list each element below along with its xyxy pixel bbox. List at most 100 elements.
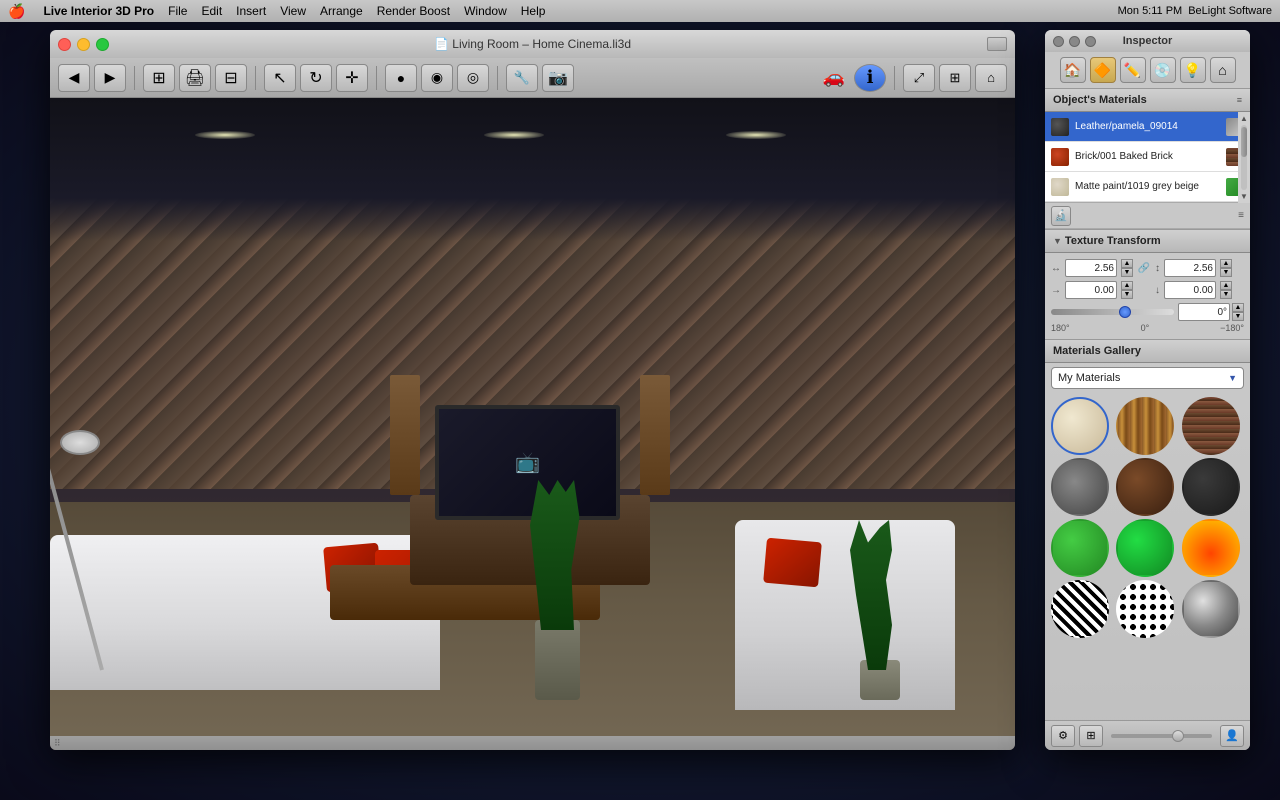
- zoom-slider[interactable]: [1111, 734, 1212, 738]
- offset-y-down[interactable]: ▼: [1220, 290, 1232, 299]
- select-btn[interactable]: ↖: [264, 64, 296, 92]
- scale-x-down[interactable]: ▼: [1121, 268, 1133, 277]
- offset-x-input[interactable]: 0.00: [1065, 281, 1117, 299]
- menu-app[interactable]: Live Interior 3D Pro: [43, 4, 154, 18]
- scale-y-stepper[interactable]: ▲ ▼: [1220, 259, 1232, 277]
- floor-plan-btn[interactable]: ⊞: [143, 64, 175, 92]
- tab-render[interactable]: 💿: [1150, 57, 1176, 83]
- menu-arrange[interactable]: Arrange: [320, 4, 363, 18]
- info-btn[interactable]: ℹ: [854, 64, 886, 92]
- material-item-brick[interactable]: Brick/001 Baked Brick: [1045, 142, 1250, 172]
- gear-btn[interactable]: ⚙: [1051, 725, 1075, 747]
- offset-x-up[interactable]: ▲: [1121, 281, 1133, 290]
- offset-y-up[interactable]: ▲: [1220, 281, 1232, 290]
- fullscreen-btn[interactable]: ⤢: [903, 64, 935, 92]
- apple-menu[interactable]: 🍎: [8, 3, 25, 20]
- offset-y-input[interactable]: 0.00: [1164, 281, 1216, 299]
- offset-x-stepper[interactable]: ▲ ▼: [1121, 281, 1133, 299]
- gallery-item-dark[interactable]: [1182, 458, 1240, 516]
- camera-sphere-btn[interactable]: ◉: [421, 64, 453, 92]
- gallery-item-brick[interactable]: [1182, 397, 1240, 455]
- gallery-item-brown[interactable]: [1116, 458, 1174, 516]
- material-item-matte[interactable]: Matte paint/1019 grey beige: [1045, 172, 1250, 202]
- forward-btn[interactable]: ▶: [94, 64, 126, 92]
- close-button[interactable]: [58, 38, 71, 51]
- offset-y-stepper[interactable]: ▲ ▼: [1220, 281, 1232, 299]
- toolbar: ◀ ▶ ⊞ 🖨 ⊟ ↖ ↻ ✛ ● ◉ ◎ 🔧 📷 🚗 ℹ ⤢ ⊞ ⌂: [50, 58, 1015, 98]
- tab-object[interactable]: 🏠: [1060, 57, 1086, 83]
- gallery-item-zebra[interactable]: [1051, 580, 1109, 638]
- gallery-item-beige[interactable]: [1051, 397, 1109, 455]
- view-3d-btn[interactable]: ⊟: [215, 64, 247, 92]
- gallery-item-fire[interactable]: [1182, 519, 1240, 577]
- gallery-item-metal[interactable]: [1182, 580, 1240, 638]
- gallery-item-green1[interactable]: [1051, 519, 1109, 577]
- gallery-dropdown[interactable]: My Materials ▼: [1051, 367, 1244, 389]
- maximize-button[interactable]: [96, 38, 109, 51]
- home-btn[interactable]: ⌂: [975, 64, 1007, 92]
- point-light-btn[interactable]: ◎: [457, 64, 489, 92]
- tab-home[interactable]: ⌂: [1210, 57, 1236, 83]
- back-btn[interactable]: ◀: [58, 64, 90, 92]
- link-icon[interactable]: 🔗: [1137, 261, 1151, 275]
- zoom-slider-thumb[interactable]: [1172, 730, 1184, 742]
- angle-down[interactable]: ▼: [1232, 312, 1244, 321]
- menu-window[interactable]: Window: [464, 4, 507, 18]
- objects-materials-title: Object's Materials: [1053, 94, 1147, 106]
- minimize-button[interactable]: [77, 38, 90, 51]
- tab-materials[interactable]: 🔶: [1090, 57, 1116, 83]
- menu-view[interactable]: View: [280, 4, 306, 18]
- materials-scrollbar[interactable]: ▲ ▼: [1238, 112, 1250, 203]
- gallery-item-spots[interactable]: [1116, 580, 1174, 638]
- tools-menu-icon[interactable]: ≡: [1238, 210, 1244, 221]
- scale-x-up[interactable]: ▲: [1121, 259, 1133, 268]
- scale-x-stepper[interactable]: ▲ ▼: [1121, 259, 1133, 277]
- angle-input[interactable]: 0°: [1178, 303, 1230, 321]
- scale-x-input[interactable]: 2.56: [1065, 259, 1117, 277]
- objects-materials-header: Object's Materials ≡: [1045, 88, 1250, 112]
- gallery-item-wood[interactable]: [1116, 397, 1174, 455]
- section-expand-icon[interactable]: ≡: [1237, 95, 1242, 105]
- canvas-area[interactable]: 📺 ⠿: [50, 98, 1015, 750]
- scale-y-down[interactable]: ▼: [1220, 268, 1232, 277]
- gallery-item-green2[interactable]: [1116, 519, 1174, 577]
- plant-leaves: [850, 520, 910, 670]
- angle-up[interactable]: ▲: [1232, 303, 1244, 312]
- move-btn[interactable]: ✛: [336, 64, 368, 92]
- overview-btn[interactable]: ⊞: [939, 64, 971, 92]
- scale-y-input[interactable]: 2.56: [1164, 259, 1216, 277]
- photo-btn[interactable]: 📷: [542, 64, 574, 92]
- angle-stepper[interactable]: ▲ ▼: [1232, 303, 1244, 321]
- scroll-down-btn[interactable]: ▼: [1240, 192, 1248, 201]
- scroll-up-btn[interactable]: ▲: [1240, 114, 1248, 123]
- materials-btn[interactable]: 🔧: [506, 64, 538, 92]
- angle-min-label: 180°: [1051, 323, 1070, 333]
- menu-insert[interactable]: Insert: [236, 4, 266, 18]
- gallery-item-stone[interactable]: [1051, 458, 1109, 516]
- insp-close[interactable]: [1053, 36, 1064, 47]
- render-btn[interactable]: 🖨: [179, 64, 211, 92]
- menu-file[interactable]: File: [168, 4, 187, 18]
- window-resize-btn[interactable]: [987, 37, 1007, 51]
- tab-light[interactable]: 💡: [1180, 57, 1206, 83]
- offset-x-down[interactable]: ▼: [1121, 290, 1133, 299]
- menu-help[interactable]: Help: [521, 4, 546, 18]
- rotate-btn[interactable]: ↻: [300, 64, 332, 92]
- grid-btn[interactable]: ⊞: [1079, 725, 1103, 747]
- scale-y-up[interactable]: ▲: [1220, 259, 1232, 268]
- share-btn[interactable]: 🚗: [818, 64, 850, 92]
- menu-render[interactable]: Render Boost: [377, 4, 450, 18]
- scroll-track[interactable]: [1241, 125, 1247, 190]
- tab-edit[interactable]: ✏️: [1120, 57, 1146, 83]
- light-sphere-btn[interactable]: ●: [385, 64, 417, 92]
- eyedropper-btn[interactable]: 🔬: [1051, 206, 1071, 226]
- menu-edit[interactable]: Edit: [201, 4, 222, 18]
- angle-slider[interactable]: [1051, 309, 1174, 315]
- insp-min[interactable]: [1069, 36, 1080, 47]
- texture-collapse-icon[interactable]: ▼: [1053, 236, 1062, 246]
- person-btn[interactable]: 👤: [1220, 725, 1244, 747]
- angle-slider-thumb[interactable]: [1119, 306, 1131, 318]
- insp-max[interactable]: [1085, 36, 1096, 47]
- scroll-thumb[interactable]: [1241, 127, 1247, 157]
- material-item-leather[interactable]: Leather/pamela_09014: [1045, 112, 1250, 142]
